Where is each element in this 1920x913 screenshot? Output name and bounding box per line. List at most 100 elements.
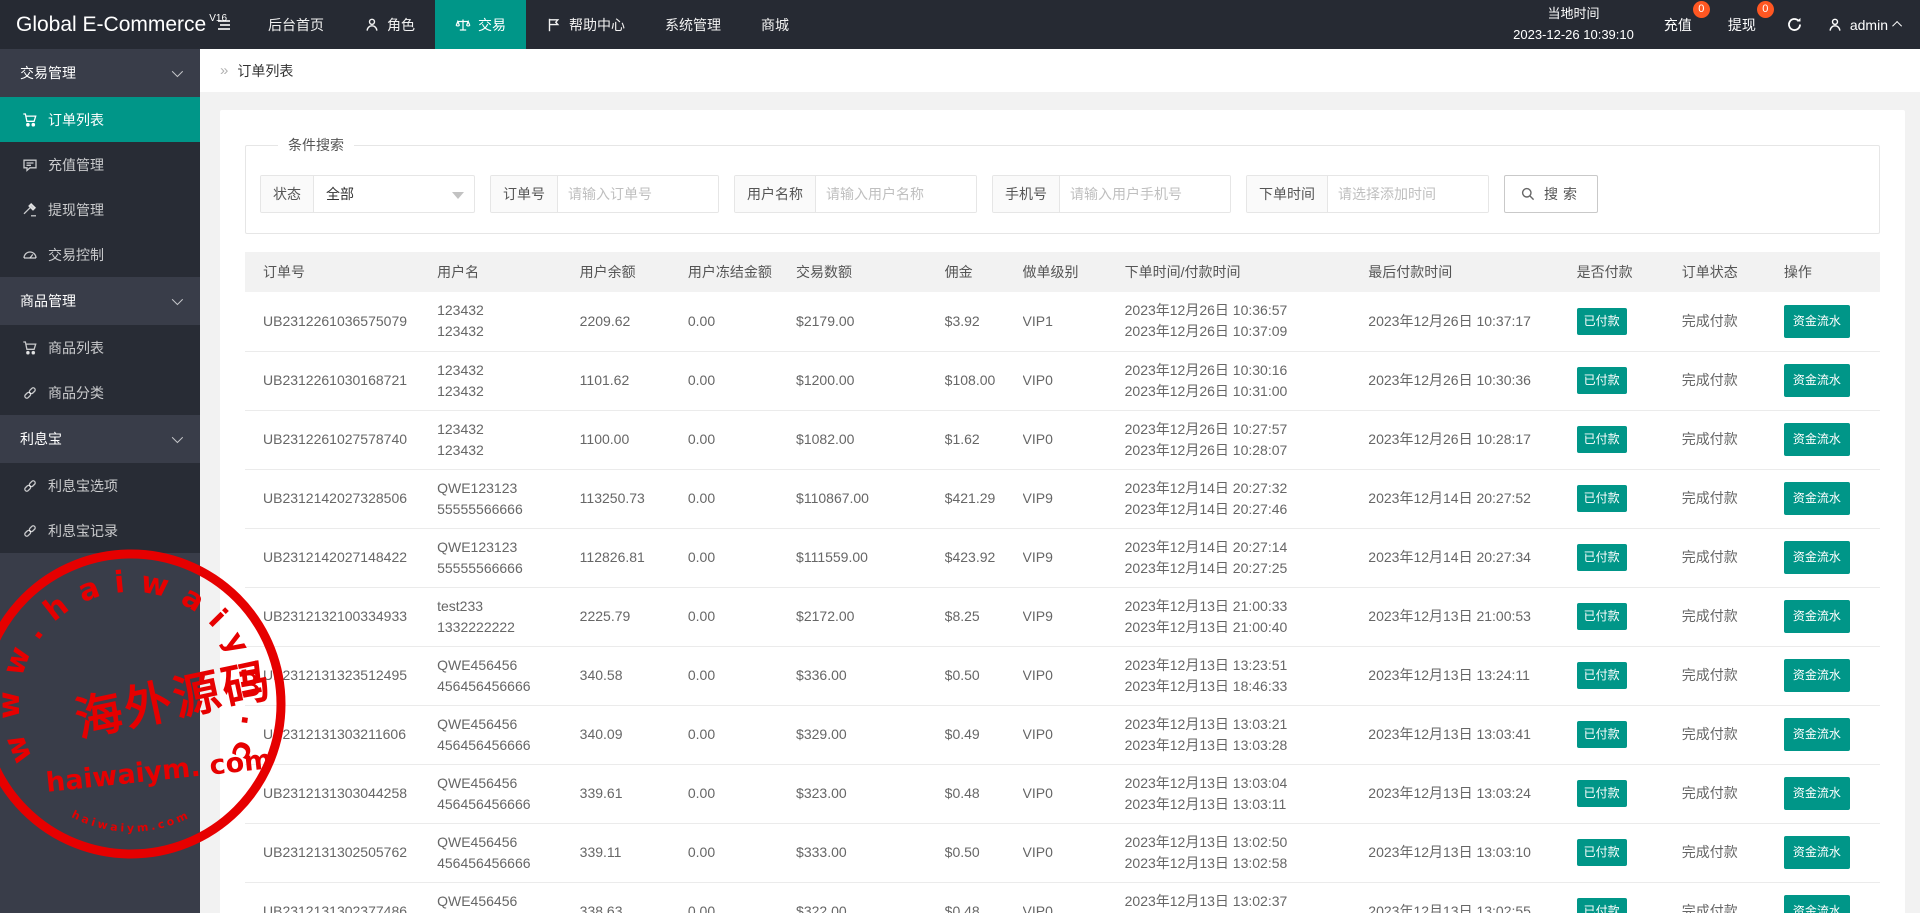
- status-select[interactable]: 全部: [314, 176, 474, 212]
- local-time-label: 当地时间: [1547, 6, 1600, 22]
- phone-input[interactable]: [1060, 176, 1230, 212]
- column-header: 订单状态: [1681, 252, 1784, 292]
- paid-status-badge: 已付款: [1576, 898, 1627, 913]
- cell-line: 2023年12月14日 20:27:14: [1124, 538, 1288, 555]
- nav-item-label: 角色: [387, 16, 415, 33]
- cell-username: QWE456456456456456666: [437, 646, 580, 706]
- paid-status-badge: 已付款: [1576, 307, 1627, 335]
- sidebar-group-trade-mgmt[interactable]: 交易管理: [0, 49, 200, 97]
- local-time-block: 当地时间 2023-12-26 10:39:10: [1513, 4, 1634, 44]
- chevron-down-icon: [171, 65, 184, 78]
- cell-order-pay-time: 2023年12月13日 13:03:21 2023年12月13日 13:03:28: [1124, 705, 1369, 765]
- admin-menu[interactable]: admin: [1827, 17, 1903, 33]
- fund-flow-button[interactable]: 资金流水: [1783, 895, 1850, 913]
- cell-line: 2023年12月13日 21:00:33: [1124, 597, 1288, 614]
- cell-line: QWE456456: [437, 833, 518, 850]
- order-no-input[interactable]: [558, 176, 718, 212]
- withdraw-nav-button[interactable]: 提现 0: [1722, 0, 1774, 35]
- table-body: UB2312261036575079 123432 123432 2209.62 0.0…: [245, 292, 1880, 913]
- nav-item-trade[interactable]: 交易: [435, 0, 526, 49]
- nav-item-mall[interactable]: 商城: [741, 0, 809, 49]
- sidebar-item-goods-list[interactable]: 商品列表: [0, 325, 200, 370]
- cell-order-pay-time: 2023年12月13日 13:02:372023年12月13日 13:02:43: [1124, 882, 1369, 913]
- flag-icon: [546, 17, 562, 33]
- cell-line: 2023年12月13日 13:02:58: [1124, 854, 1288, 871]
- gavel-icon: [22, 202, 38, 218]
- sidebar-item-label: 商品列表: [48, 339, 104, 356]
- fund-flow-button[interactable]: 资金流水: [1783, 659, 1850, 692]
- sidebar-item-trade-control[interactable]: 交易控制: [0, 232, 200, 277]
- fund-flow-button[interactable]: 资金流水: [1783, 541, 1850, 574]
- sidebar-item-interest-records[interactable]: 利息宝记录: [0, 508, 200, 553]
- cell-order-status: 完成付款: [1681, 351, 1784, 411]
- paid-status-badge: 已付款: [1576, 839, 1627, 866]
- paid-status-badge: 已付款: [1576, 721, 1627, 748]
- cell-line: 2023年12月26日 10:31:00: [1124, 382, 1288, 399]
- dashboard-icon: [22, 247, 38, 263]
- cell-commission: $108.00: [944, 351, 1023, 411]
- search-button[interactable]: 搜索: [1504, 175, 1598, 213]
- sidebar-item-interest-options[interactable]: 利息宝选项: [0, 463, 200, 508]
- cell-order-pay-time: 2023年12月13日 13:23:51 2023年12月13日 18:46:33: [1124, 646, 1369, 706]
- fund-flow-button[interactable]: 资金流水: [1783, 364, 1850, 397]
- cell-trade-amount: $111559.00: [796, 528, 945, 588]
- cell-order-no: UB2312131302377486: [245, 882, 438, 913]
- chevron-up-icon: [1892, 20, 1903, 31]
- nav-item-roles[interactable]: 角色: [344, 0, 435, 49]
- cell-commission: $423.92: [944, 528, 1023, 588]
- sidebar-group-goods-mgmt[interactable]: 商品管理: [0, 277, 200, 325]
- sidebar-group-label: 利息宝: [20, 431, 62, 447]
- order-time-filter: 下单时间: [1246, 175, 1489, 213]
- cell-line: 2023年12月26日 10:27:57: [1124, 420, 1288, 437]
- refresh-button[interactable]: [1786, 16, 1803, 33]
- cell-username: test233 1332222222: [437, 587, 580, 647]
- phone-filter: 手机号: [992, 175, 1231, 213]
- cell-paid: 已付款: [1576, 410, 1682, 470]
- sidebar-item-withdraw-mgmt[interactable]: 提现管理: [0, 187, 200, 232]
- cell-last-pay-time: 2023年12月26日 10:37:17: [1368, 292, 1577, 352]
- fund-flow-button[interactable]: 资金流水: [1783, 482, 1850, 515]
- cell-line: QWE456456: [437, 774, 518, 791]
- paid-status-badge: 已付款: [1576, 603, 1627, 630]
- fund-flow-button[interactable]: 资金流水: [1783, 423, 1850, 456]
- filter-row: 状态 全部 订单号 用户名称 手机号: [260, 175, 1865, 213]
- sidebar-item-label: 利息宝记录: [48, 522, 118, 539]
- cell-trade-amount: $2179.00: [796, 292, 945, 352]
- sidebar-toggle-button[interactable]: [200, 0, 248, 49]
- nav-item-dashboard[interactable]: 后台首页: [248, 0, 344, 49]
- nav-item-system[interactable]: 系统管理: [645, 0, 741, 49]
- cell-order-pay-time: 2023年12月14日 20:27:14 2023年12月14日 20:27:25: [1124, 528, 1369, 588]
- cell-username: 123432 123432: [437, 292, 580, 352]
- cell-trade-amount: $336.00: [796, 646, 945, 706]
- cell-level: VIP0: [1022, 705, 1125, 765]
- cell-username: 123432 123432: [437, 351, 580, 411]
- fund-flow-button[interactable]: 资金流水: [1783, 304, 1850, 338]
- cell-level: VIP0: [1022, 764, 1125, 824]
- cell-order-status: 完成付款: [1681, 764, 1784, 824]
- fund-flow-button[interactable]: 资金流水: [1783, 836, 1850, 869]
- cell-line: 2023年12月13日 13:02:37: [1124, 892, 1288, 909]
- sidebar-item-recharge-mgmt[interactable]: 充值管理: [0, 142, 200, 187]
- fund-flow-button[interactable]: 资金流水: [1783, 718, 1850, 751]
- sidebar-item-goods-category[interactable]: 商品分类: [0, 370, 200, 415]
- cart-icon: [22, 112, 38, 128]
- username-input[interactable]: [816, 176, 976, 212]
- nav-item-label: 后台首页: [268, 16, 324, 33]
- cell-action: 资金流水: [1783, 705, 1880, 765]
- fund-flow-button[interactable]: 资金流水: [1783, 600, 1850, 633]
- nav-item-help[interactable]: 帮助中心: [526, 0, 645, 49]
- order-time-input[interactable]: [1328, 176, 1488, 212]
- cell-commission: $0.48: [944, 764, 1023, 824]
- cell-last-pay-time: 2023年12月14日 20:27:34: [1368, 528, 1577, 588]
- recharge-nav-button[interactable]: 充值 0: [1658, 0, 1710, 35]
- sidebar-group-interest[interactable]: 利息宝: [0, 415, 200, 463]
- withdraw-count-badge: 0: [1756, 0, 1774, 18]
- cell-paid: 已付款: [1576, 587, 1682, 647]
- app-logo: Global E-Commerce V16: [0, 0, 227, 49]
- cell-frozen-amount: 0.00: [687, 410, 797, 470]
- search-panel-legend: 条件搜索: [288, 137, 344, 153]
- cell-username: QWE456456456456456666: [437, 882, 580, 913]
- sidebar-item-order-list[interactable]: 订单列表: [0, 97, 200, 142]
- fund-flow-button[interactable]: 资金流水: [1783, 777, 1850, 810]
- cell-line: 2023年12月13日 18:46:33: [1124, 677, 1288, 694]
